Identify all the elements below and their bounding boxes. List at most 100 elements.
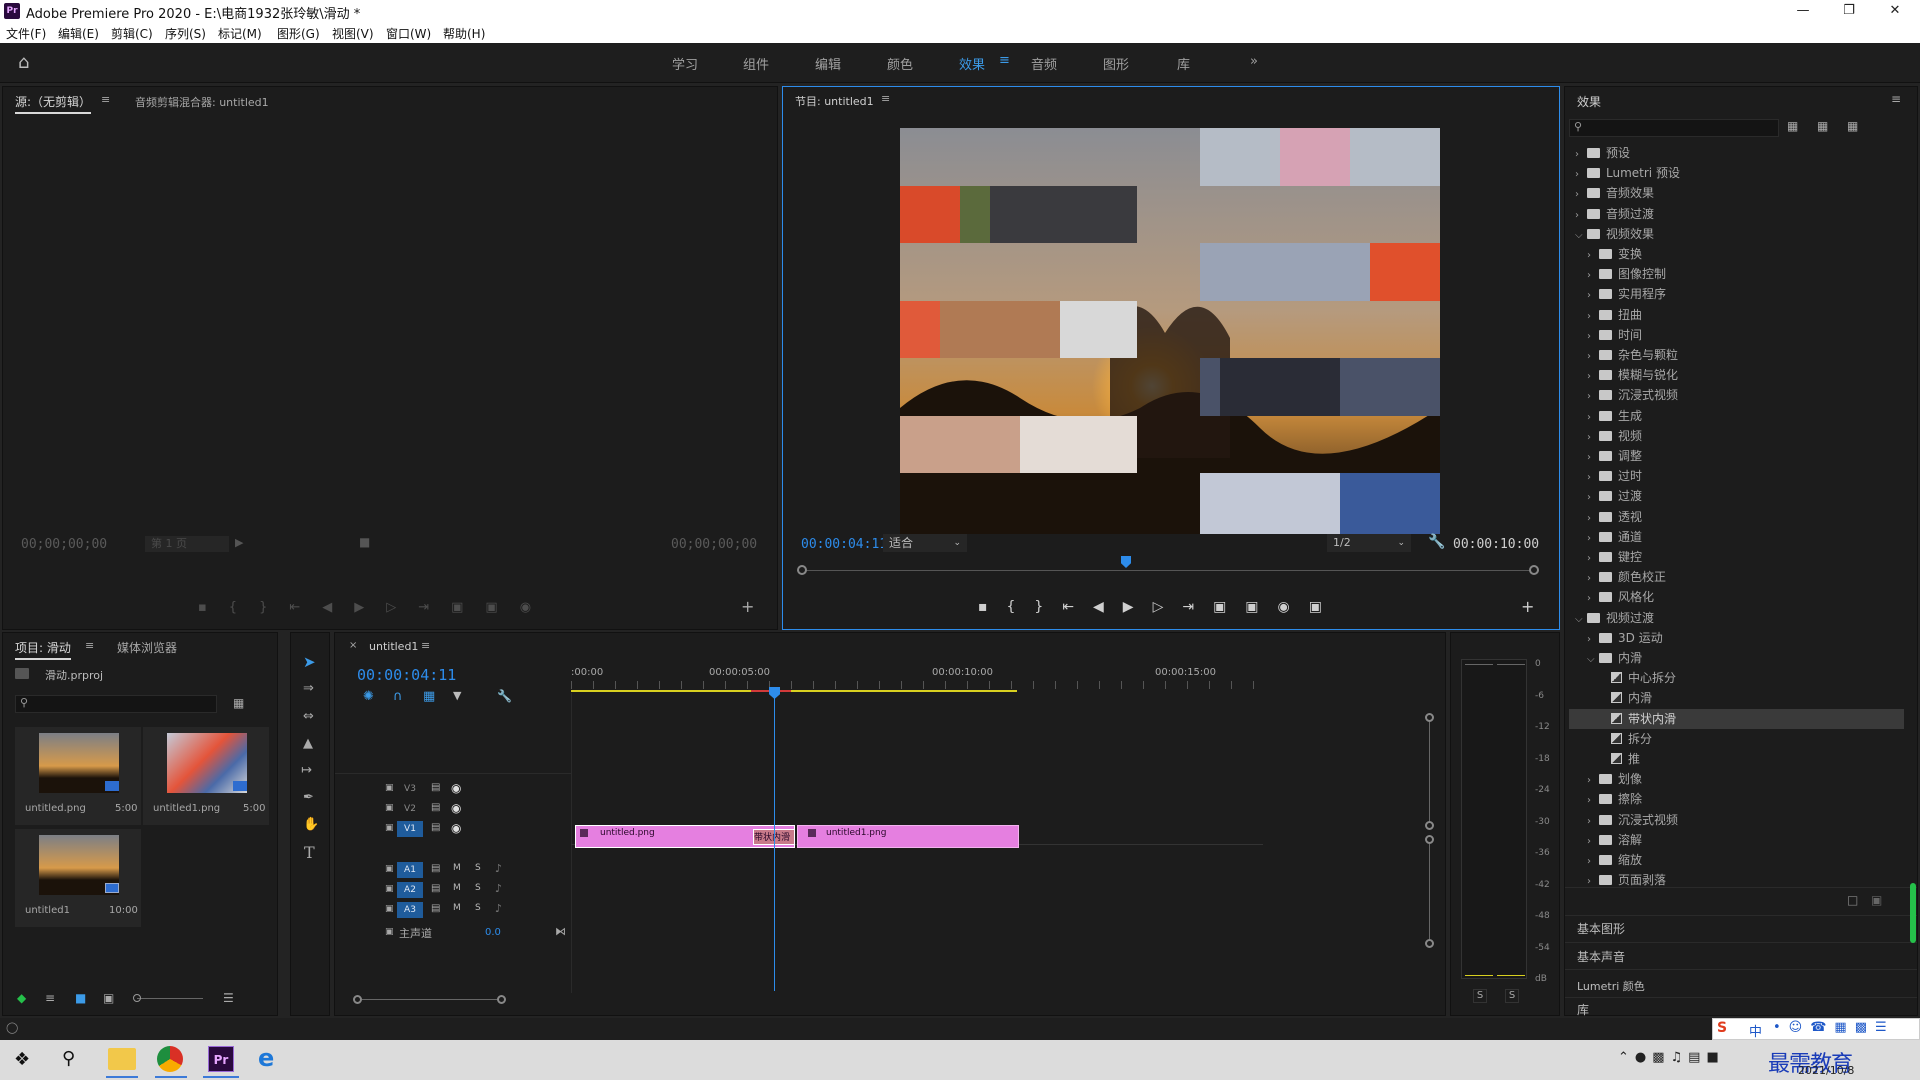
- effects-scrollbar[interactable]: [1910, 883, 1916, 943]
- video-scroll-handle[interactable]: [1425, 713, 1434, 722]
- effect-folder[interactable]: ⌵ 视频过渡: [1569, 608, 1904, 628]
- selection-tool-icon[interactable]: ➤: [303, 653, 316, 671]
- workspace-tab-audio[interactable]: 音频: [1031, 54, 1057, 73]
- chevron-right-icon[interactable]: ›: [1587, 589, 1599, 609]
- track-target-v3[interactable]: V3: [397, 781, 423, 797]
- effect-item[interactable]: 推: [1569, 749, 1904, 769]
- lock-icon[interactable]: ▣: [385, 783, 394, 793]
- effect-folder[interactable]: › 过渡: [1569, 486, 1904, 506]
- search-icon[interactable]: ⚲: [62, 1048, 75, 1069]
- accelerated-effects-icon[interactable]: ▦: [1787, 119, 1798, 133]
- track-target-a3[interactable]: A3: [397, 902, 423, 918]
- chevron-right-icon[interactable]: ›: [1587, 832, 1599, 852]
- program-playhead[interactable]: [1121, 556, 1131, 568]
- maximize-icon[interactable]: ❐: [1826, 0, 1872, 22]
- chevron-right-icon[interactable]: ›: [1587, 509, 1599, 529]
- chevron-right-icon[interactable]: ›: [1587, 347, 1599, 367]
- chevron-right-icon[interactable]: ›: [1587, 771, 1599, 791]
- tab-project[interactable]: 项目: 滑动: [15, 639, 71, 660]
- effect-folder[interactable]: › 视频: [1569, 426, 1904, 446]
- home-icon[interactable]: ⌂: [18, 52, 29, 73]
- program-transport-controls[interactable]: ▪{}⇤◀▶▷⇥▣▣◉▣: [978, 599, 1322, 619]
- section-libraries[interactable]: 库: [1577, 1001, 1589, 1018]
- zoom-fit-select[interactable]: 适合 ⌄: [883, 534, 967, 552]
- menu-file[interactable]: 文件(F): [6, 25, 46, 42]
- menu-help[interactable]: 帮助(H): [443, 25, 485, 42]
- menu-graphics[interactable]: 图形(G): [277, 25, 320, 42]
- project-search-input[interactable]: ⚲: [15, 695, 217, 713]
- solo-button[interactable]: S: [475, 883, 481, 893]
- chevron-right-icon[interactable]: ›: [1587, 286, 1599, 306]
- panel-menu-icon[interactable]: ≡: [881, 92, 890, 105]
- program-add-button-icon[interactable]: +: [1521, 597, 1534, 616]
- chevron-right-icon[interactable]: ›: [1587, 791, 1599, 811]
- resolution-select[interactable]: 1/2 ⌄: [1327, 534, 1411, 552]
- ime-tools-icon[interactable]: •☺☎▦▩☰: [1773, 1020, 1895, 1035]
- effect-folder[interactable]: › 时间: [1569, 325, 1904, 345]
- effect-folder[interactable]: › 划像: [1569, 769, 1904, 789]
- effect-folder[interactable]: › 缩放: [1569, 850, 1904, 870]
- eye-icon[interactable]: ◉: [451, 821, 461, 835]
- track-target-v2[interactable]: V2: [397, 801, 423, 817]
- new-folder-icon[interactable]: □: [1847, 893, 1858, 907]
- tab-sequence[interactable]: untitled1: [369, 640, 418, 653]
- lock-icon[interactable]: ▣: [385, 823, 394, 833]
- effect-folder[interactable]: › 溶解: [1569, 830, 1904, 850]
- close-icon[interactable]: ✕: [1872, 0, 1918, 22]
- tab-audio-clip-mixer[interactable]: 音频剪辑混合器: untitled1: [135, 94, 269, 110]
- 32bit-effects-icon[interactable]: ▦: [1817, 119, 1828, 133]
- horizontal-scrollbar[interactable]: [362, 999, 498, 1000]
- chevron-right-icon[interactable]: ›: [1575, 145, 1587, 165]
- chevron-right-icon[interactable]: ›: [1587, 529, 1599, 549]
- chevron-right-icon[interactable]: ›: [1587, 569, 1599, 589]
- audio-scroll-handle[interactable]: [1425, 939, 1434, 948]
- microphone-icon[interactable]: ♪: [495, 862, 502, 875]
- microphone-icon[interactable]: ♪: [495, 882, 502, 895]
- chevron-down-icon[interactable]: ⌵: [1575, 226, 1587, 246]
- program-timecode[interactable]: 00:00:04:11: [801, 537, 887, 552]
- ripple-edit-tool-icon[interactable]: ⇔: [303, 709, 314, 724]
- sync-lock-icon[interactable]: ▤: [431, 903, 440, 914]
- workspace-tab-editing[interactable]: 编辑: [815, 54, 841, 73]
- effect-folder[interactable]: › 扭曲: [1569, 305, 1904, 325]
- timeline-clip[interactable]: untitled1.png: [797, 825, 1019, 848]
- solo-left-button[interactable]: S: [1473, 989, 1487, 1003]
- menu-window[interactable]: 窗口(W): [386, 25, 431, 42]
- freeform-view-icon[interactable]: ▣: [103, 991, 114, 1005]
- effect-folder[interactable]: › 风格化: [1569, 587, 1904, 607]
- track-target-a1[interactable]: A1: [397, 862, 423, 878]
- scrub-end-handle[interactable]: [1529, 565, 1539, 575]
- audio-scroll-handle[interactable]: [1425, 835, 1434, 844]
- effect-folder[interactable]: ⌵ 视频效果: [1569, 224, 1904, 244]
- slip-tool-icon[interactable]: ↦: [301, 763, 312, 778]
- section-essential-graphics[interactable]: 基本图形: [1577, 920, 1625, 937]
- effect-folder[interactable]: › 颜色校正: [1569, 567, 1904, 587]
- sync-lock-icon[interactable]: ▤: [431, 863, 440, 874]
- thumbnail-size-slider[interactable]: [137, 998, 203, 999]
- scrub-start-handle[interactable]: [797, 565, 807, 575]
- page-next-icon[interactable]: ▶: [235, 536, 243, 549]
- source-settings-icon[interactable]: ■: [359, 535, 370, 549]
- ime-toolbar[interactable]: S 中 •☺☎▦▩☰: [1712, 1018, 1920, 1040]
- minimize-icon[interactable]: —: [1780, 0, 1826, 22]
- page-select[interactable]: 第 1 页: [145, 536, 229, 552]
- chevron-right-icon[interactable]: ›: [1587, 468, 1599, 488]
- microphone-icon[interactable]: ♪: [495, 902, 502, 915]
- workspace-menu-icon[interactable]: ≡: [999, 53, 1010, 68]
- effect-folder[interactable]: › 变换: [1569, 244, 1904, 264]
- timeline-settings-wrench-icon[interactable]: 🔧: [497, 689, 512, 703]
- list-view-icon[interactable]: ≡: [45, 991, 55, 1005]
- workspace-tab-assembly[interactable]: 组件: [743, 54, 769, 73]
- zoom-scroll-end-handle[interactable]: [497, 995, 506, 1004]
- workspace-tab-libraries[interactable]: 库: [1177, 54, 1190, 73]
- effect-folder[interactable]: › 键控: [1569, 547, 1904, 567]
- type-tool-icon[interactable]: T: [304, 843, 315, 862]
- snap-icon[interactable]: ✺: [363, 689, 374, 704]
- lock-icon[interactable]: ▣: [385, 864, 394, 874]
- chevron-right-icon[interactable]: ›: [1587, 266, 1599, 286]
- pen-tool-icon[interactable]: ✒: [303, 790, 314, 805]
- close-icon[interactable]: ×: [349, 640, 357, 651]
- effect-folder[interactable]: › 透视: [1569, 507, 1904, 527]
- thumbnail-size-slider-handle[interactable]: [133, 994, 141, 1002]
- file-explorer-icon[interactable]: [108, 1048, 136, 1070]
